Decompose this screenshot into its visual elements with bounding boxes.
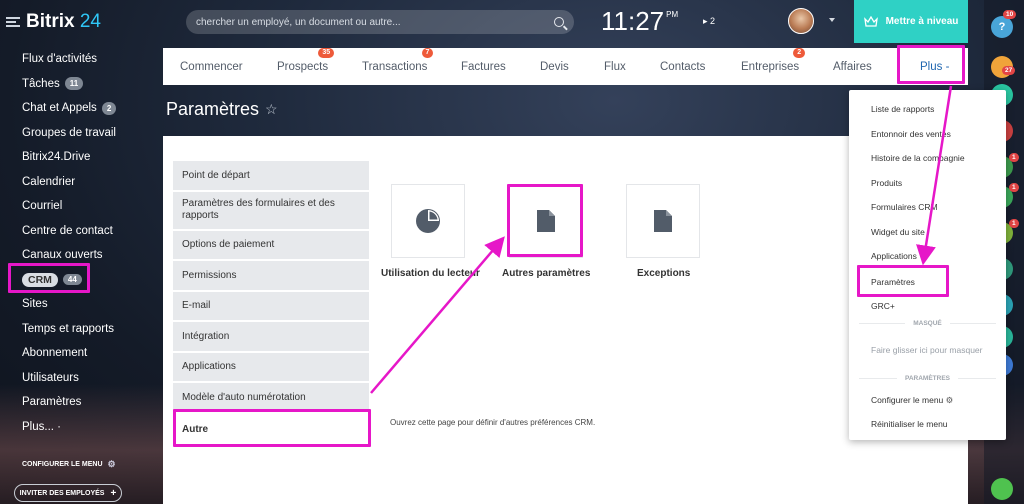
dropdown-item[interactable]: Liste de rapports xyxy=(871,104,934,114)
dropdown-item[interactable]: Produits xyxy=(871,178,902,188)
tasks-indicator[interactable]: ▸ 2 xyxy=(703,16,715,27)
star-icon[interactable]: ☆ xyxy=(265,101,278,118)
notification-badge: 10 xyxy=(1003,10,1017,19)
reset-menu-link[interactable]: Réinitialiser le menu xyxy=(871,419,948,429)
pie-chart-icon xyxy=(416,209,440,233)
dropdown-item[interactable]: GRC+ xyxy=(871,301,895,311)
clock[interactable]: 11:27 PM xyxy=(601,6,678,37)
highlight-parametres xyxy=(857,265,949,297)
tab-flux[interactable]: Flux xyxy=(604,61,626,73)
configure-menu-link[interactable]: Configurer le menu ⚙ xyxy=(871,395,953,406)
search-icon[interactable] xyxy=(554,17,564,27)
notification-badge: 1 xyxy=(1009,183,1019,192)
document-icon xyxy=(654,210,672,232)
highlight-plus-tab xyxy=(897,45,965,84)
sidebar-item-centre-contact[interactable]: Centre de contact xyxy=(22,219,116,244)
sidebar-item-utilisateurs[interactable]: Utilisateurs xyxy=(22,366,116,391)
notification-badge: 1 xyxy=(1009,219,1019,228)
section-header-settings: PARAMÈTRES xyxy=(859,375,996,382)
dropdown-item[interactable]: Applications xyxy=(871,251,917,261)
sidebar-item-drive[interactable]: Bitrix24.Drive xyxy=(22,145,116,170)
tab-commencer[interactable]: Commencer xyxy=(180,61,243,73)
sidebar-nav: Flux d'activités Tâches 11 Chat et Appels… xyxy=(22,47,117,440)
crown-icon xyxy=(863,15,878,27)
crm-tabs: Commencer Prospects 35 Transactions 7 Fact… xyxy=(163,47,968,85)
logo[interactable]: Bitrix 24 xyxy=(6,11,101,33)
highlight-tile xyxy=(507,184,583,257)
tile-drive-usage[interactable] xyxy=(391,184,465,258)
sidebar-item-taches[interactable]: Tâches 11 xyxy=(22,72,116,97)
sidebar-item-groupes[interactable]: Groupes de travail xyxy=(22,121,116,146)
tile-label[interactable]: Utilisation du lecteur xyxy=(381,268,480,279)
count-badge: 11 xyxy=(64,77,84,91)
tile-label[interactable]: Exceptions xyxy=(637,268,690,279)
page-title: Paramètres ☆ xyxy=(166,99,278,119)
notification-badge: 1 xyxy=(1009,153,1019,162)
sidebar-item-courriel[interactable]: Courriel xyxy=(22,194,116,219)
count-badge: 2 xyxy=(793,47,806,58)
phone-icon[interactable] xyxy=(991,478,1013,500)
sidebar-item-flux[interactable]: Flux d'activités xyxy=(22,47,116,72)
configure-menu-button[interactable]: CONFIGURER LE MENU ⚙ xyxy=(22,459,116,470)
drop-zone[interactable]: Faire glisser ici pour masquer xyxy=(871,345,982,355)
sidebar-item-parametres[interactable]: Paramètres xyxy=(22,390,116,415)
dropdown-item[interactable]: Formulaires CRM xyxy=(871,202,938,212)
notification-badge: 27 xyxy=(1002,66,1016,75)
help-icon[interactable]: ? xyxy=(991,16,1013,38)
sidebar-item-abonnement[interactable]: Abonnement xyxy=(22,341,116,366)
gear-icon: ⚙ xyxy=(945,395,954,405)
description-text: Ouvrez cette page pour définir d'autres … xyxy=(390,418,596,427)
dropdown-item[interactable]: Entonnoir des ventes xyxy=(871,129,951,139)
settings-menu-item[interactable]: Permissions xyxy=(173,261,369,290)
hamburger-icon[interactable] xyxy=(6,17,20,27)
settings-menu-item[interactable]: Modèle d'auto numérotation xyxy=(173,383,369,412)
settings-menu-item[interactable]: Point de départ xyxy=(173,161,369,190)
invite-employees-button[interactable]: INVITER DES EMPLOYÉS + xyxy=(14,484,122,502)
sidebar-item-calendrier[interactable]: Calendrier xyxy=(22,170,116,195)
upgrade-button[interactable]: Mettre à niveau xyxy=(854,0,968,43)
settings-menu-item[interactable]: Paramètres des formulaires et des rappor… xyxy=(173,191,369,229)
flag-icon: ▸ xyxy=(703,16,708,26)
dropdown-item[interactable]: Histoire de la compagnie xyxy=(871,153,965,163)
tab-devis[interactable]: Devis xyxy=(540,61,569,73)
left-sidebar: Bitrix 24 Flux d'activités Tâches 11 Chat… xyxy=(0,0,163,504)
tab-factures[interactable]: Factures xyxy=(461,61,506,73)
tile-exceptions[interactable] xyxy=(626,184,700,258)
tab-transactions[interactable]: Transactions 7 xyxy=(362,47,434,73)
settings-menu-item[interactable]: E-mail xyxy=(173,291,369,320)
highlight-autre xyxy=(173,409,371,447)
tab-contacts[interactable]: Contacts xyxy=(660,61,705,73)
sidebar-item-chat[interactable]: Chat et Appels 2 xyxy=(22,96,117,121)
settings-menu-item[interactable]: Applications xyxy=(173,352,369,381)
tab-affaires[interactable]: Affaires xyxy=(833,61,872,73)
search-input[interactable] xyxy=(196,16,536,28)
settings-menu: Point de départ Paramètres des formulair… xyxy=(173,161,369,448)
sidebar-item-sites[interactable]: Sites xyxy=(22,292,116,317)
avatar[interactable] xyxy=(788,8,814,34)
sidebar-item-temps[interactable]: Temps et rapports xyxy=(22,317,116,342)
sidebar-item-plus[interactable]: Plus... · xyxy=(22,415,116,440)
section-header-hidden: MASQUÉ xyxy=(859,320,996,327)
count-badge: 7 xyxy=(421,47,434,58)
gear-icon: ⚙ xyxy=(107,459,116,469)
search-bar[interactable] xyxy=(186,10,574,34)
highlight-crm xyxy=(8,263,90,293)
settings-menu-item[interactable]: Intégration xyxy=(173,322,369,351)
plus-icon: + xyxy=(110,487,117,499)
tab-prospects[interactable]: Prospects 35 xyxy=(277,47,335,73)
tab-entreprises[interactable]: Entreprises 2 xyxy=(741,47,806,73)
tile-label[interactable]: Autres paramètres xyxy=(502,268,590,279)
count-badge: 35 xyxy=(318,47,335,58)
chevron-down-icon[interactable] xyxy=(829,18,835,22)
dropdown-item[interactable]: Widget du site xyxy=(871,227,925,237)
settings-menu-item[interactable]: Options de paiement xyxy=(173,230,369,259)
count-badge: 2 xyxy=(101,101,117,115)
